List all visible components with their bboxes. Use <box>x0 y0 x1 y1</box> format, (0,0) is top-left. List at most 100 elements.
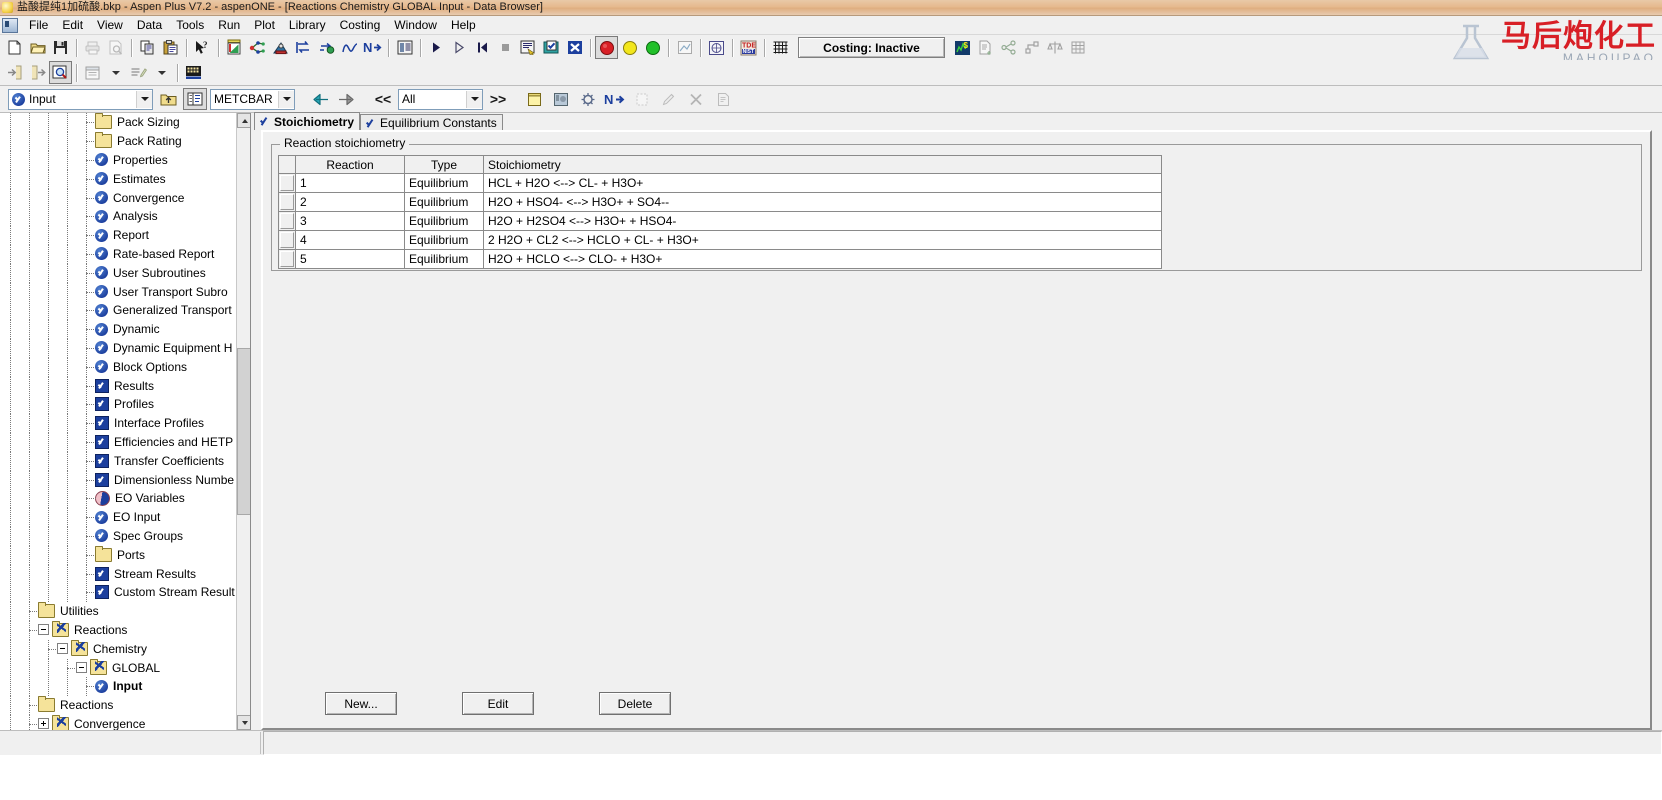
cell-reaction[interactable]: 3 <box>295 211 405 231</box>
cell-reaction[interactable]: 1 <box>295 173 405 193</box>
tree-node[interactable]: Utilities <box>0 602 237 622</box>
tab-stoichiometry[interactable]: Stoichiometry <box>254 112 361 130</box>
form-view-dropdown-icon[interactable] <box>104 61 127 84</box>
data-browser-tree[interactable]: Pack Sizing Pack Rating Properties Estimate… <box>0 113 251 730</box>
chevron-down-icon[interactable] <box>278 90 294 108</box>
cell-reaction[interactable]: 2 <box>295 192 405 212</box>
tde-browser-icon[interactable] <box>182 61 205 84</box>
table-row[interactable]: 2 Equilibrium H2O + HSO4- <--> H3O+ + SO4-… <box>278 192 1162 212</box>
cell-type[interactable]: Equilibrium <box>404 249 484 269</box>
settings-gear-icon[interactable] <box>576 88 600 110</box>
tree-node[interactable]: GLOBAL <box>0 658 237 678</box>
notes-icon[interactable] <box>522 88 546 110</box>
toggle-tree-icon[interactable] <box>183 88 207 110</box>
menu-window[interactable]: Window <box>387 17 444 34</box>
tree-node[interactable]: User Transport Subro <box>0 282 237 302</box>
paste-icon[interactable] <box>159 36 182 59</box>
reactions-icon[interactable] <box>315 36 338 59</box>
costing-status-button[interactable]: Costing: Inactive <box>798 37 945 58</box>
properties-chart-icon[interactable] <box>223 36 246 59</box>
menu-data[interactable]: Data <box>130 17 169 34</box>
tree-node[interactable]: Transfer Coefficients <box>0 451 237 471</box>
new-button[interactable]: New... <box>325 692 397 715</box>
tree-node[interactable]: Profiles <box>0 395 237 415</box>
table-row[interactable]: 4 Equilibrium 2 H2O + CL2 <--> HCLO + CL- … <box>278 230 1162 250</box>
save-icon[interactable] <box>49 36 72 59</box>
status-yellow-icon[interactable] <box>618 36 641 59</box>
cell-type[interactable]: Equilibrium <box>404 230 484 250</box>
cell-stoichiometry[interactable]: HCL + H2O <--> CL- + H3O+ <box>483 173 1162 193</box>
tree-node[interactable]: Pack Rating <box>0 132 237 152</box>
tab-equilibrium-constants[interactable]: Equilibrium Constants <box>360 114 503 131</box>
tree-node[interactable]: Efficiencies and HETP <box>0 432 237 452</box>
grid-icon[interactable] <box>769 36 792 59</box>
tree-expander[interactable] <box>76 662 87 673</box>
step-icon[interactable] <box>448 36 471 59</box>
menu-tools[interactable]: Tools <box>169 17 211 34</box>
economics-activate-icon[interactable]: $ <box>951 36 974 59</box>
tree-node[interactable]: Chemistry <box>0 639 237 659</box>
tree-node[interactable]: Reactions <box>0 696 237 716</box>
current-form-combo[interactable]: Input <box>8 88 153 110</box>
menu-view[interactable]: View <box>90 17 130 34</box>
excel-export-icon[interactable] <box>563 36 586 59</box>
reaction-stoichiometry-table[interactable]: Reaction Type Stoichiometry 1 Equilibrium… <box>278 155 1162 269</box>
tree-node[interactable]: Properties <box>0 150 237 170</box>
table-row[interactable]: 3 Equilibrium H2O + H2SO4 <--> H3O+ + HSO4… <box>278 211 1162 231</box>
status-green-icon[interactable] <box>641 36 664 59</box>
menu-library[interactable]: Library <box>282 17 333 34</box>
tree-node[interactable]: Convergence <box>0 188 237 208</box>
tree-expander[interactable] <box>38 718 49 730</box>
tree-node[interactable]: Input <box>0 677 237 697</box>
scroll-thumb[interactable] <box>237 348 250 515</box>
tree-node[interactable]: Report <box>0 226 237 246</box>
reverse-flow-icon[interactable] <box>292 36 315 59</box>
system-menu-icon[interactable] <box>2 17 18 33</box>
tree-node[interactable]: Block Options <box>0 357 237 377</box>
cell-reaction[interactable]: 4 <box>295 230 405 250</box>
back-arrow-icon[interactable] <box>308 88 332 110</box>
cell-stoichiometry[interactable]: H2O + HSO4- <--> H3O+ + SO4-- <box>483 192 1162 212</box>
sheet-filter-combo[interactable]: All <box>398 88 483 110</box>
menu-run[interactable]: Run <box>211 17 247 34</box>
cell-type[interactable]: Equilibrium <box>404 211 484 231</box>
tree-node[interactable]: Reactions <box>0 620 237 640</box>
cell-type[interactable]: Equilibrium <box>404 173 484 193</box>
nist-tde-icon[interactable]: TDE NIST <box>737 36 760 59</box>
new-file-icon[interactable] <box>3 36 26 59</box>
scroll-down-button[interactable] <box>237 715 250 730</box>
units-set-combo[interactable]: METCBAR <box>210 88 295 110</box>
previous-sheet-button[interactable]: << <box>371 88 395 110</box>
next-input-icon[interactable]: N <box>361 36 384 59</box>
tree-node[interactable]: EO Variables <box>0 489 237 509</box>
forward-arrow-icon[interactable] <box>335 88 359 110</box>
tree-node[interactable]: Convergence <box>0 714 237 730</box>
tree-node[interactable]: Dynamic <box>0 320 237 340</box>
tree-vertical-scrollbar[interactable] <box>236 113 250 730</box>
menu-plot[interactable]: Plot <box>247 17 282 34</box>
tree-node[interactable]: Dimensionless Numbe <box>0 470 237 490</box>
optimization-icon[interactable] <box>705 36 728 59</box>
copy-icon[interactable] <box>136 36 159 59</box>
annotate-dropdown-icon[interactable] <box>150 61 173 84</box>
menu-edit[interactable]: Edit <box>55 17 90 34</box>
table-row[interactable]: 5 Equilibrium H2O + HCLO <--> CLO- + H3O+ <box>278 249 1162 269</box>
next-sheet-button[interactable]: >> <box>486 88 510 110</box>
cell-type[interactable]: Equilibrium <box>404 192 484 212</box>
tree-node[interactable]: Custom Stream Result <box>0 583 237 603</box>
tree-node[interactable]: Dynamic Equipment H <box>0 338 237 358</box>
tree-expander[interactable] <box>57 643 68 655</box>
tree-node[interactable]: Interface Profiles <box>0 414 237 434</box>
row-selector[interactable] <box>278 249 296 269</box>
tree-node[interactable]: User Subroutines <box>0 263 237 283</box>
tree-node[interactable]: Ports <box>0 545 237 565</box>
menu-help[interactable]: Help <box>444 17 483 34</box>
flowsheet-icon[interactable] <box>246 36 269 59</box>
row-selector[interactable] <box>278 230 296 250</box>
open-folder-icon[interactable] <box>26 36 49 59</box>
report-table-icon[interactable] <box>393 36 416 59</box>
run-icon[interactable] <box>425 36 448 59</box>
zoom-find-icon[interactable] <box>49 61 72 84</box>
tree-node[interactable]: Rate-based Report <box>0 244 237 264</box>
next-input-n-icon[interactable]: N <box>603 88 627 110</box>
